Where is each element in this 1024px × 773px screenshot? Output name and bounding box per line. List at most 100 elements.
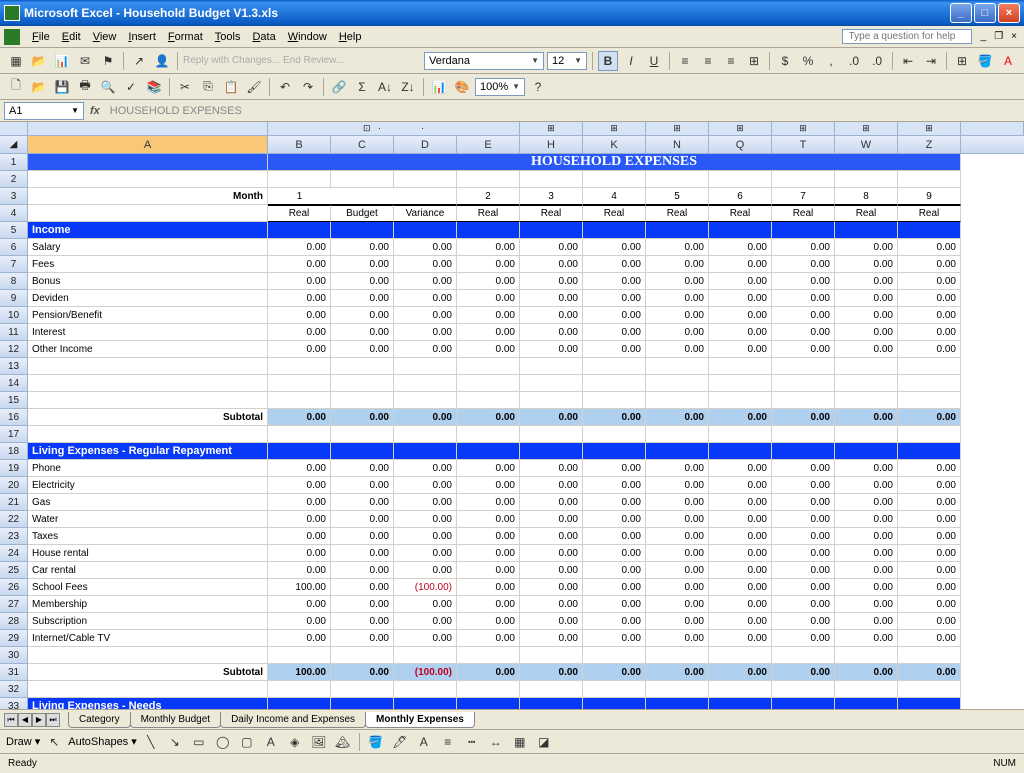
cell[interactable]: 2: [457, 188, 520, 205]
cell[interactable]: 0.00: [268, 630, 331, 647]
cell[interactable]: 5: [646, 188, 709, 205]
cell[interactable]: [394, 171, 457, 188]
cell[interactable]: 0.00: [394, 511, 457, 528]
cell[interactable]: 0.00: [772, 511, 835, 528]
3d-icon[interactable]: ◪: [534, 732, 554, 752]
col-header-A[interactable]: A: [28, 136, 268, 153]
outline-collapse[interactable]: ⊞: [520, 122, 583, 135]
row-header[interactable]: 26: [0, 579, 28, 596]
cell[interactable]: 0.00: [646, 545, 709, 562]
cell[interactable]: [583, 375, 646, 392]
cell[interactable]: [394, 375, 457, 392]
fill-color-icon[interactable]: 🪣: [975, 51, 995, 71]
cell[interactable]: 0.00: [646, 409, 709, 426]
fx-icon[interactable]: fx: [90, 105, 100, 117]
cell[interactable]: 0.00: [709, 324, 772, 341]
cell[interactable]: 0.00: [331, 545, 394, 562]
cell[interactable]: Living Expenses - Regular Repayment: [28, 443, 268, 460]
col-header-E[interactable]: E: [457, 136, 520, 153]
cell[interactable]: [646, 222, 709, 239]
row-header[interactable]: 5: [0, 222, 28, 239]
cell[interactable]: 0.00: [457, 341, 520, 358]
cell[interactable]: 0.00: [835, 477, 898, 494]
save-icon[interactable]: 💾: [52, 77, 72, 97]
textbox-icon[interactable]: ▢: [237, 732, 257, 752]
cell[interactable]: School Fees: [28, 579, 268, 596]
cell[interactable]: [709, 426, 772, 443]
cell[interactable]: 0.00: [331, 494, 394, 511]
merge-icon[interactable]: ⊞: [744, 51, 764, 71]
fill-color-draw-icon[interactable]: 🪣: [366, 732, 386, 752]
cell[interactable]: Real: [268, 205, 331, 222]
cell[interactable]: 0.00: [457, 256, 520, 273]
menu-view[interactable]: View: [87, 29, 123, 45]
cell[interactable]: [520, 375, 583, 392]
cell[interactable]: [646, 171, 709, 188]
cell[interactable]: 0.00: [772, 256, 835, 273]
cell[interactable]: 0.00: [835, 596, 898, 613]
cell[interactable]: 0.00: [898, 494, 961, 511]
cell[interactable]: 0.00: [268, 613, 331, 630]
row-header[interactable]: 1: [0, 154, 28, 171]
cell[interactable]: [898, 358, 961, 375]
cell[interactable]: 0.00: [646, 239, 709, 256]
cell[interactable]: Subtotal: [28, 409, 268, 426]
cell[interactable]: 0.00: [835, 290, 898, 307]
cell[interactable]: 0.00: [520, 613, 583, 630]
cell[interactable]: [583, 392, 646, 409]
cell[interactable]: [835, 171, 898, 188]
cell[interactable]: Other Income: [28, 341, 268, 358]
cell[interactable]: 0.00: [772, 545, 835, 562]
autoshapes-menu[interactable]: AutoShapes ▾: [68, 735, 137, 748]
cell[interactable]: 0.00: [331, 341, 394, 358]
cell[interactable]: 0.00: [331, 324, 394, 341]
cell[interactable]: Subscription: [28, 613, 268, 630]
cell[interactable]: [394, 443, 457, 460]
cell[interactable]: [835, 392, 898, 409]
cell[interactable]: [520, 426, 583, 443]
cell[interactable]: 0.00: [835, 409, 898, 426]
doc-restore[interactable]: ❐: [991, 31, 1006, 42]
cell[interactable]: 0.00: [583, 256, 646, 273]
cell[interactable]: 0.00: [331, 511, 394, 528]
cell[interactable]: 0.00: [772, 562, 835, 579]
sheet-tab[interactable]: Monthly Budget: [130, 712, 222, 728]
row-header[interactable]: 32: [0, 681, 28, 698]
cell[interactable]: 0.00: [646, 307, 709, 324]
row-header[interactable]: 23: [0, 528, 28, 545]
cell[interactable]: 0.00: [646, 256, 709, 273]
cell[interactable]: [457, 392, 520, 409]
cell[interactable]: 0.00: [394, 256, 457, 273]
col-header-B[interactable]: B: [268, 136, 331, 153]
cell[interactable]: [583, 443, 646, 460]
cell[interactable]: 0.00: [835, 562, 898, 579]
comma-icon[interactable]: ,: [821, 51, 841, 71]
outline-collapse[interactable]: ⊞: [835, 122, 898, 135]
row-header[interactable]: 2: [0, 171, 28, 188]
cell[interactable]: 0.00: [520, 562, 583, 579]
cell[interactable]: Electricity: [28, 477, 268, 494]
cell[interactable]: [520, 647, 583, 664]
cell[interactable]: 0.00: [898, 579, 961, 596]
cell[interactable]: [28, 375, 268, 392]
cell[interactable]: [772, 358, 835, 375]
currency-icon[interactable]: $: [775, 51, 795, 71]
cell[interactable]: 0.00: [835, 460, 898, 477]
cell[interactable]: 0.00: [583, 613, 646, 630]
col-header-H[interactable]: H: [520, 136, 583, 153]
cell[interactable]: [331, 392, 394, 409]
underline-icon[interactable]: U: [644, 51, 664, 71]
row-header[interactable]: 16: [0, 409, 28, 426]
cell[interactable]: [268, 681, 331, 698]
row-header[interactable]: 19: [0, 460, 28, 477]
row-header[interactable]: 21: [0, 494, 28, 511]
print-icon[interactable]: 🖶: [75, 77, 95, 97]
cell[interactable]: 0.00: [457, 545, 520, 562]
cell[interactable]: 0.00: [772, 307, 835, 324]
preview-icon[interactable]: 🔍: [98, 77, 118, 97]
cell[interactable]: 0.00: [331, 562, 394, 579]
cell[interactable]: 0.00: [898, 664, 961, 681]
cell[interactable]: [898, 426, 961, 443]
cell[interactable]: [709, 222, 772, 239]
font-color-draw-icon[interactable]: A: [414, 732, 434, 752]
